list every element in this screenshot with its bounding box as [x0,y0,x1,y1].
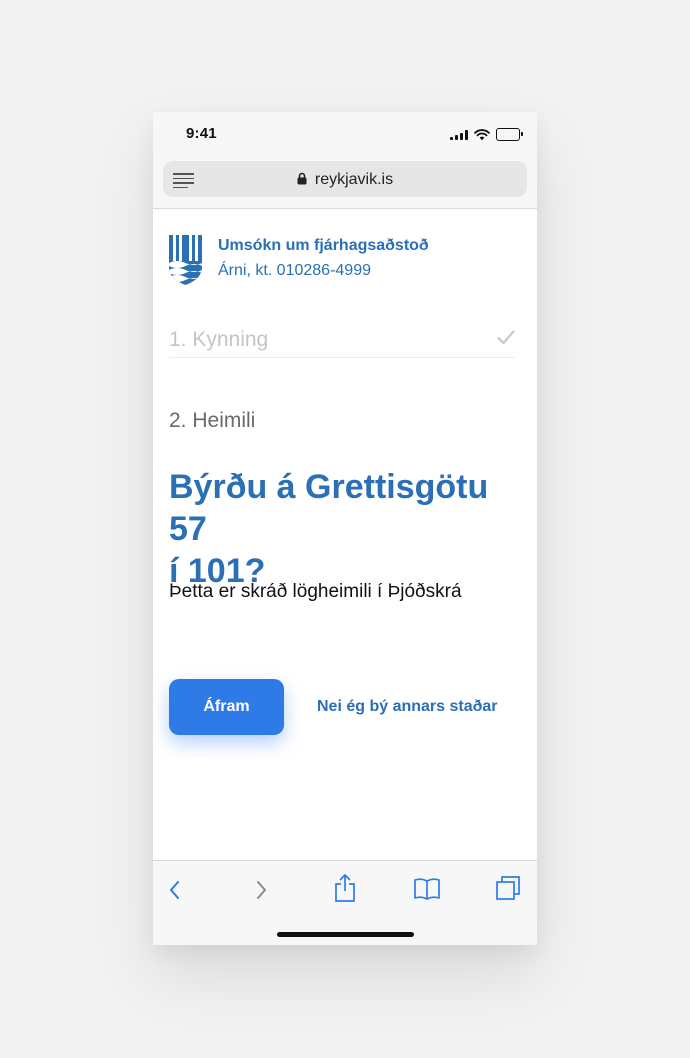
status-bar: 9:41 [153,112,537,156]
signal-icon [450,129,468,140]
question-heading: Býrðu á Grettisgötu 57 í 101? [169,466,529,592]
status-time: 9:41 [186,125,217,142]
check-icon [497,330,515,345]
application-title: Umsókn um fjárhagsaðstoð [218,237,429,254]
lock-icon [297,172,307,185]
wifi-icon [474,128,490,140]
browser-toolbar [153,860,537,945]
url-text: reykjavik.is [314,171,394,188]
question-line-1: Býrðu á Grettisgötu 57 [169,468,489,548]
forward-icon[interactable] [253,877,269,903]
battery-icon [496,128,523,141]
phone-frame: 9:41 reykjavik.is Umsókn um fjárhagsaðst… [153,112,537,945]
bookmarks-icon[interactable] [413,877,441,901]
address-bar[interactable]: reykjavik.is [163,161,527,197]
back-icon[interactable] [167,877,183,903]
tabs-icon[interactable] [495,875,521,901]
applicant-info: Árni, kt. 010286-4999 [218,262,371,279]
live-elsewhere-link[interactable]: Nei ég bý annars staðar [317,698,498,716]
url-display[interactable]: reykjavik.is [163,171,527,189]
step-heimili: 2. Heimili [169,409,256,432]
step-label: 1. Kynning [169,328,269,351]
status-icons [450,128,523,141]
continue-button[interactable]: Áfram [169,679,284,735]
share-icon[interactable] [333,873,357,903]
home-indicator [277,932,414,937]
reykjavik-crest-logo [169,235,202,285]
browser-address-area: reykjavik.is [153,156,537,209]
step-kynning[interactable]: 1. Kynning [169,328,515,358]
question-description: Þetta er skráð lögheimili í Þjóðskrá [169,581,462,602]
